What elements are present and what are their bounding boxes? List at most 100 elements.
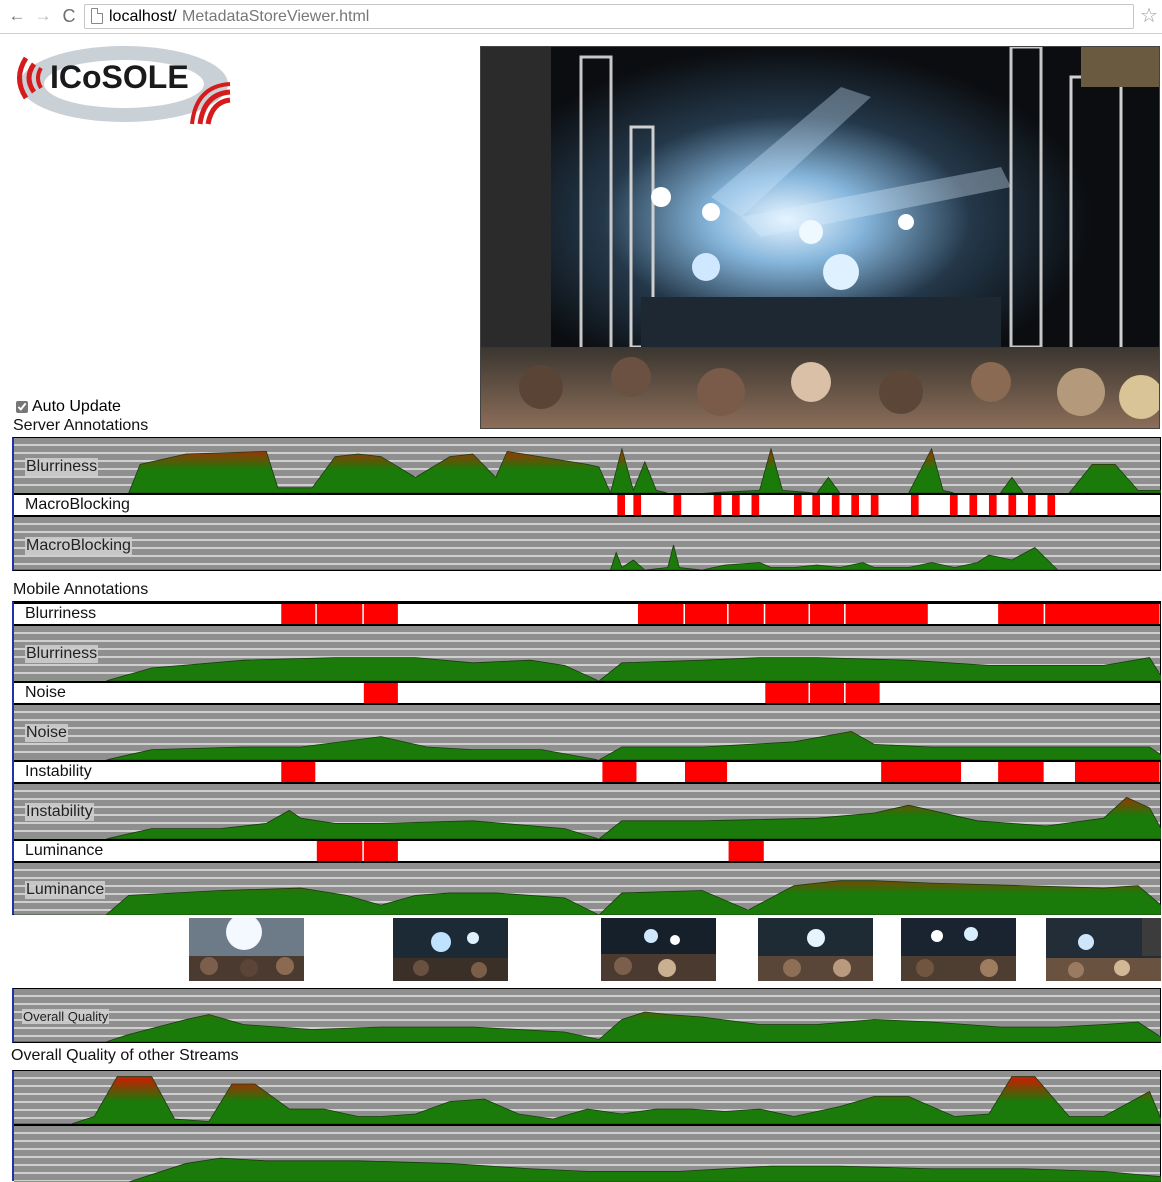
mobile-noise-chart: Noise — [14, 705, 1161, 760]
area-series-overall-quality — [14, 1011, 1161, 1042]
annotation-marker[interactable] — [363, 841, 398, 861]
annotation-marker[interactable] — [732, 495, 740, 515]
area-series-mobile-instability — [14, 796, 1161, 839]
annotation-marker[interactable] — [1047, 495, 1056, 515]
auto-update-control: Auto Update — [16, 398, 121, 416]
mobile-noise-markers: Noise — [14, 681, 1160, 705]
annotation-marker[interactable] — [633, 495, 642, 515]
mobile-instability-markers: Instability — [14, 760, 1160, 784]
server-blurriness-label: Blurriness — [25, 458, 99, 476]
annotation-marker[interactable] — [728, 841, 764, 861]
annotation-marker[interactable] — [949, 495, 958, 515]
annotation-marker[interactable] — [751, 495, 760, 515]
area-series-other-stream-1 — [14, 1076, 1161, 1124]
annotation-marker[interactable] — [765, 683, 809, 703]
video-player[interactable] — [480, 46, 1160, 429]
mobile-annotations-panel: Blurriness Blurriness Noise Noise Instab… — [12, 601, 1161, 915]
annotation-marker[interactable] — [988, 495, 997, 515]
forward-arrow-icon[interactable]: → — [32, 5, 54, 27]
thumbnail[interactable] — [1046, 918, 1161, 981]
other-stream-chart — [14, 1071, 1161, 1126]
thumbnail[interactable] — [393, 918, 508, 981]
annotation-marker[interactable] — [728, 604, 764, 624]
reload-icon[interactable]: C — [58, 5, 80, 27]
mobile-noise-marker-label: Noise — [25, 684, 66, 701]
mobile-instability-marker-label: Instability — [25, 763, 92, 780]
mobile-annotations-title: Mobile Annotations — [13, 581, 149, 598]
area-series-mobile-noise — [14, 730, 1161, 760]
server-blurriness-chart: Blurriness — [14, 438, 1161, 493]
annotation-marker[interactable] — [845, 604, 928, 624]
back-arrow-icon[interactable]: ← — [6, 5, 28, 27]
overall-quality-panel: Overall Quality — [12, 988, 1161, 1043]
annotation-marker[interactable] — [713, 495, 722, 515]
other-streams-panel — [12, 1070, 1161, 1182]
annotation-marker[interactable] — [1027, 495, 1036, 515]
thumbnail-strip — [0, 918, 1162, 983]
annotation-marker[interactable] — [316, 604, 363, 624]
annotation-marker[interactable] — [1008, 495, 1017, 515]
annotation-marker[interactable] — [684, 604, 728, 624]
thumbnail[interactable] — [901, 918, 1016, 981]
annotation-marker[interactable] — [1074, 762, 1160, 782]
thumbnail[interactable] — [189, 918, 304, 981]
server-macroblocking-marker-label: MacroBlocking — [25, 496, 130, 513]
other-streams-title: Overall Quality of other Streams — [11, 1047, 239, 1064]
mobile-blurriness-marker-label: Blurriness — [25, 605, 97, 622]
thumbnail[interactable] — [758, 918, 873, 981]
mobile-luminance-marker-label: Luminance — [25, 842, 104, 859]
mobile-instability-chart-label: Instability — [25, 803, 94, 821]
server-macroblocking-chart: MacroBlocking — [14, 517, 1161, 570]
annotation-marker[interactable] — [910, 495, 919, 515]
other-stream-chart — [14, 1126, 1161, 1182]
annotation-marker[interactable] — [637, 604, 684, 624]
annotation-marker[interactable] — [812, 495, 820, 515]
annotation-marker[interactable] — [316, 841, 363, 861]
server-macroblocking-markers: MacroBlocking — [14, 493, 1160, 517]
annotation-marker[interactable] — [765, 604, 809, 624]
mobile-instability-chart: Instability — [14, 784, 1161, 839]
mobile-luminance-chart-label: Luminance — [25, 881, 106, 899]
server-annotations-title: Server Annotations — [13, 417, 149, 434]
annotation-marker[interactable] — [281, 762, 316, 782]
bookmark-star-icon[interactable]: ☆ — [1140, 3, 1158, 28]
annotation-marker[interactable] — [617, 495, 625, 515]
area-series-server-macroblocking-chart — [14, 544, 1161, 570]
annotation-marker[interactable] — [673, 495, 682, 515]
annotation-marker[interactable] — [793, 495, 802, 515]
icosole-logo: ICoSOLE — [16, 44, 232, 128]
thumbnail[interactable] — [601, 918, 716, 981]
mobile-blurriness-markers: Blurriness — [14, 602, 1160, 626]
browser-toolbar: ← → C localhost/ MetadataStoreViewer.htm… — [0, 0, 1162, 34]
annotation-marker[interactable] — [602, 762, 637, 782]
server-macroblocking-chart-label: MacroBlocking — [25, 537, 132, 555]
mobile-blurriness-chart-label: Blurriness — [25, 645, 99, 663]
annotation-marker[interactable] — [969, 495, 978, 515]
annotation-marker[interactable] — [684, 762, 728, 782]
address-bar[interactable]: localhost/ MetadataStoreViewer.html — [84, 4, 1134, 29]
area-series-other-stream-2 — [14, 1157, 1161, 1182]
annotation-marker[interactable] — [851, 495, 859, 515]
area-series-mobile-luminance — [14, 880, 1161, 915]
annotation-marker[interactable] — [363, 683, 398, 703]
annotation-marker[interactable] — [870, 495, 879, 515]
annotation-marker[interactable] — [845, 683, 880, 703]
annotation-marker[interactable] — [1045, 604, 1160, 624]
auto-update-label: Auto Update — [32, 398, 121, 415]
url-path: MetadataStoreViewer.html — [182, 8, 370, 25]
annotation-marker[interactable] — [281, 604, 316, 624]
page-icon — [91, 8, 103, 24]
annotation-marker[interactable] — [363, 604, 398, 624]
annotation-marker[interactable] — [998, 762, 1044, 782]
annotation-marker[interactable] — [810, 683, 845, 703]
area-series-mobile-blurriness — [14, 657, 1161, 681]
annotation-marker[interactable] — [881, 762, 962, 782]
annotation-marker[interactable] — [831, 495, 840, 515]
server-annotations-panel: Blurriness MacroBlocking MacroBlocking — [12, 437, 1161, 571]
overall-quality-label: Overall Quality — [22, 1009, 110, 1024]
annotation-marker[interactable] — [998, 604, 1044, 624]
mobile-luminance-chart: Luminance — [14, 863, 1161, 915]
annotation-marker[interactable] — [810, 604, 845, 624]
area-series-server-blurriness — [14, 447, 1161, 493]
auto-update-checkbox[interactable] — [16, 401, 28, 413]
